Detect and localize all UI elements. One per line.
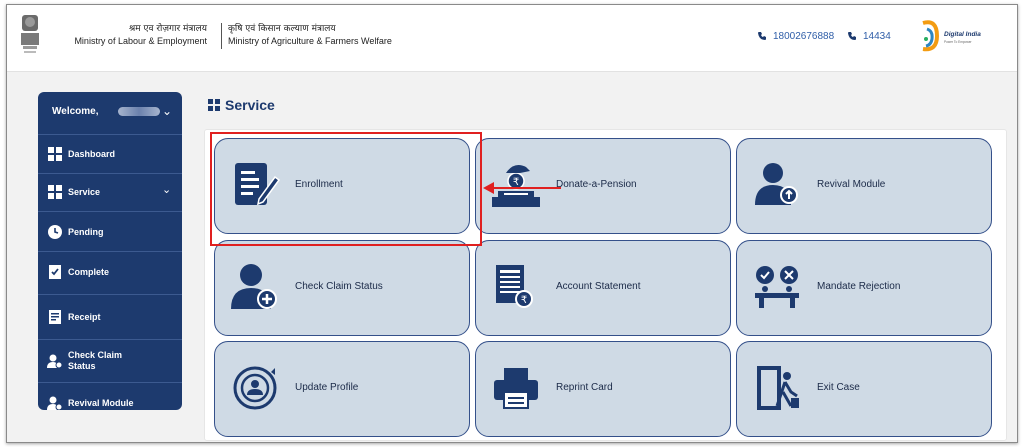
svg-text:₹: ₹ (521, 295, 527, 306)
ministry-agri-hindi: कृषि एवं किसान कल्याण मंत्रालय (228, 24, 336, 34)
sidebar-item-label: Pending (68, 227, 104, 237)
exit-icon (757, 366, 799, 410)
sidebar-item-revival-module[interactable]: Revival Module (38, 383, 182, 410)
page-title: Service (208, 97, 275, 113)
digital-india-tagline: Power To Empower (944, 40, 973, 44)
user-menu[interactable]: Welcome, ⌄ (38, 92, 182, 135)
service-card-mandate-rejection[interactable]: Mandate Rejection (736, 240, 992, 336)
app-frame: श्रम एव रोज़गार मंत्रालय Ministry of Lab… (6, 4, 1018, 443)
service-card-label: Exit Case (817, 382, 860, 393)
phone-2-number: 14434 (863, 31, 891, 42)
mandate-rejection-icon (755, 266, 799, 308)
service-card-exit-case[interactable]: Exit Case (736, 341, 992, 437)
sidebar-item-dashboard[interactable]: Dashboard (38, 135, 182, 174)
revival-icon (755, 163, 798, 205)
service-card-check-claim-status[interactable]: Check Claim Status (214, 240, 470, 336)
service-card-label: Check Claim Status (295, 281, 383, 292)
service-card-reprint-card[interactable]: Reprint Card (475, 341, 731, 437)
clock-icon (48, 225, 62, 239)
chevron-down-icon: ⌄ (162, 184, 172, 196)
phone-icon (848, 32, 856, 41)
account-statement-icon: ₹ (496, 265, 533, 308)
dashboard-icon (48, 147, 62, 161)
service-card-label: Account Statement (556, 281, 641, 292)
highlight-box (210, 132, 482, 246)
service-card-label: Mandate Rejection (817, 281, 901, 292)
sidebar-item-label: Check Claim Status (68, 350, 123, 371)
sidebar-item-receipt[interactable]: Receipt (38, 295, 182, 340)
chevron-down-icon: ⌄ (162, 104, 173, 118)
claim-status-icon (231, 264, 277, 309)
redacted-username (118, 107, 160, 116)
sidebar-item-pending[interactable]: Pending (38, 212, 182, 252)
sidebar-item-check-claim-status[interactable]: Check Claim Status (38, 340, 182, 383)
service-card-label: Update Profile (295, 382, 359, 393)
sidebar-item-service[interactable]: Service ⌄ (38, 174, 182, 212)
digital-india-logo: Digital India Power To Empower (922, 20, 981, 52)
national-emblem-icon (21, 15, 39, 53)
grid-icon (48, 185, 62, 199)
page-title-text: Service (225, 97, 275, 113)
update-profile-icon (233, 366, 277, 410)
welcome-label: Welcome, (52, 106, 99, 117)
helpline-phone-2[interactable]: 14434 (847, 31, 891, 42)
sidebar-item-label: Service (68, 187, 101, 197)
annotation-arrow-icon (483, 182, 561, 194)
receipt-icon (49, 310, 61, 324)
ministry-agri-english: Ministry of Agriculture & Farmers Welfar… (228, 36, 392, 46)
sidebar-item-complete[interactable]: Complete (38, 252, 182, 295)
sidebar-item-label: Receipt (68, 312, 101, 322)
ministry-labour-english: Ministry of Labour & Employment (74, 36, 207, 46)
service-card-update-profile[interactable]: Update Profile (214, 341, 470, 437)
service-card-label: Revival Module (817, 179, 886, 190)
user-revival-icon (47, 396, 63, 410)
service-card-account-statement[interactable]: ₹ Account Statement (475, 240, 731, 336)
digital-india-text: Digital India (944, 31, 981, 38)
sidebar-item-label: Revival Module (68, 398, 134, 408)
service-card-revival-module[interactable]: Revival Module (736, 138, 992, 234)
check-doc-icon (49, 265, 61, 279)
helpline-phone-1[interactable]: 18002676888 (757, 31, 834, 42)
phone-icon (758, 32, 766, 41)
ministry-labour: श्रम एव रोज़गार मंत्रालय Ministry of Lab… (67, 23, 207, 48)
printer-icon (494, 368, 538, 409)
service-card-label: Donate-a-Pension (556, 179, 637, 190)
ministry-agriculture: कृषि एवं किसान कल्याण मंत्रालय Ministry … (221, 23, 392, 49)
header: श्रम एव रोज़गार मंत्रालय Ministry of Lab… (7, 5, 1017, 72)
user-check-icon (47, 354, 63, 369)
sidebar-item-label: Complete (68, 267, 110, 277)
phone-1-number: 18002676888 (773, 31, 835, 42)
sidebar-item-label: Dashboard (68, 149, 116, 159)
service-card-label: Reprint Card (556, 382, 613, 393)
sidebar: Welcome, ⌄ Dashboard Service ⌄ Pending C… (38, 92, 182, 410)
ministry-labour-hindi: श्रम एव रोज़गार मंत्रालय (128, 24, 207, 34)
grid-icon (208, 99, 220, 111)
